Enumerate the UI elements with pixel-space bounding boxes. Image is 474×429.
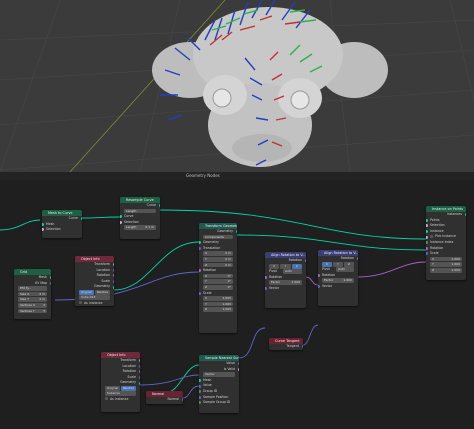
viewport-footer: Geometry Nodes [0, 172, 474, 180]
scale-x[interactable]: X 1.000 [430, 256, 462, 262]
node-normal[interactable]: Normal Normal [146, 391, 183, 404]
socket-scale-out[interactable] [138, 376, 140, 380]
node-mesh-to-curve[interactable]: Mesh to Curve Curve Mesh Selection [42, 210, 82, 238]
socket-mesh-in[interactable] [199, 379, 201, 383]
translation-x[interactable]: X0 m [203, 251, 233, 256]
socket-scale-in[interactable] [199, 291, 201, 295]
scale-x[interactable]: X 1.000 [203, 296, 233, 301]
node-align-rotation-2[interactable]: Align Rotation to V... Rotation XYZ Pivo… [318, 250, 358, 306]
as-instance-checkbox[interactable] [79, 301, 82, 305]
socket-selection-in[interactable] [120, 221, 122, 225]
as-instance-checkbox[interactable] [105, 397, 108, 401]
node-align-rotation-1[interactable]: Align Rotation to V... Rotation XYZ Pivo… [265, 252, 306, 308]
pick-instance-checkbox[interactable] [430, 234, 433, 238]
socket-mesh-out[interactable] [49, 276, 51, 280]
socket-rotation-in[interactable] [426, 246, 428, 250]
socket-transform-out[interactable] [138, 359, 140, 363]
vertices-y-field[interactable]: Vertices Y3 [18, 308, 47, 314]
size-y-field[interactable]: Size Y2 m [18, 297, 47, 302]
factor-field[interactable]: Factor 1.000 [322, 278, 354, 283]
node-grid[interactable]: Grid Mesh UV Map Pfd Ty... Size X2 m Siz… [14, 269, 51, 319]
vertices-x-field[interactable]: Vertices X3 [18, 302, 47, 308]
socket-tangent-out[interactable] [301, 345, 303, 349]
translation-z[interactable]: Z0 m [203, 262, 233, 268]
socket-curve-in[interactable] [120, 215, 122, 219]
socket-normal-out[interactable] [181, 398, 183, 402]
socket-mesh-in[interactable] [42, 222, 44, 226]
rotation-z[interactable]: Z 0° [203, 284, 233, 290]
socket-rotation-out[interactable] [304, 259, 306, 263]
socket-rotation-in[interactable] [318, 273, 320, 277]
scale-y[interactable]: Y 1.000 [430, 262, 462, 267]
socket-location-out[interactable] [112, 268, 114, 272]
socket-geometry-out[interactable] [235, 230, 237, 234]
socket-sample-group-id-in[interactable] [199, 401, 201, 405]
socket-rotation-in[interactable] [265, 275, 267, 279]
socket-curve-out[interactable] [158, 204, 160, 208]
socket-rotation-in[interactable] [199, 269, 201, 273]
socket-vector-in[interactable] [265, 287, 267, 291]
socket-location-out[interactable] [138, 364, 140, 368]
3d-viewport[interactable] [0, 0, 474, 172]
socket-instance-index-in[interactable] [426, 241, 428, 245]
socket-geometry-out[interactable] [138, 381, 140, 385]
scale-y[interactable]: Y 1.000 [203, 301, 233, 307]
factor-field[interactable]: Factor 1.000 [269, 280, 302, 285]
rotation-y[interactable]: Y 0° [203, 279, 233, 284]
node-transform-geometry[interactable]: Transform Geometry Geometry Components G… [199, 223, 237, 333]
scale-z[interactable]: Z 1.000 [430, 267, 462, 273]
node-object-info-suzanne[interactable]: Object Info Transform Location Rotation … [101, 352, 140, 412]
socket-value-out[interactable] [237, 362, 239, 366]
object-field[interactable]: Cube.013 [79, 295, 110, 300]
length-field[interactable]: Length 0.1 m [124, 225, 156, 230]
mode-dropdown[interactable]: Length [124, 208, 156, 214]
mode-dropdown[interactable]: Components [203, 234, 233, 240]
data-type-dropdown[interactable]: Vector [203, 372, 235, 377]
socket-selection-in[interactable] [42, 228, 44, 232]
socket-rotation-out[interactable] [356, 257, 358, 261]
node-object-info-cube[interactable]: Object Info Transform Location Rotation … [75, 256, 114, 306]
socket-transform-out[interactable] [112, 263, 114, 267]
object-field[interactable]: Suzanne [105, 391, 136, 396]
socket-uvmap-out[interactable] [49, 281, 51, 285]
size-x-field[interactable]: Size X2 m [18, 291, 47, 297]
socket-is-valid-out[interactable] [237, 367, 239, 371]
viewport-canvas [0, 0, 474, 172]
socket-rotation-out[interactable] [112, 274, 114, 278]
socket-curve-out[interactable] [80, 217, 82, 221]
node-resample-curve[interactable]: Resample Curve Curve Length Curve Select… [120, 197, 160, 239]
socket-vector-in[interactable] [318, 285, 320, 289]
socket-translation-in[interactable] [199, 247, 201, 251]
socket-group-id-in[interactable] [199, 390, 201, 394]
scale-z[interactable]: Z 1.000 [203, 307, 233, 312]
socket-geometry-in[interactable] [199, 241, 201, 245]
socket-pick-instance-in[interactable] [426, 235, 428, 239]
rotation-x[interactable]: X 0° [203, 273, 233, 279]
socket-points-in[interactable] [426, 218, 428, 222]
node-instance-on-points[interactable]: Instance on Points Instances Points Sele… [426, 206, 466, 280]
pivot-dropdown[interactable]: Auto [283, 268, 302, 274]
pivot-dropdown[interactable]: Auto [336, 266, 354, 272]
socket-scale-out[interactable] [112, 280, 114, 284]
node-editor[interactable]: Mesh to Curve Curve Mesh Selection Resam… [0, 180, 474, 429]
socket-rotation-out[interactable] [138, 370, 140, 374]
socket-instances-out[interactable] [464, 213, 466, 217]
socket-sample-position-in[interactable] [199, 395, 201, 399]
node-sample-nearest-surface[interactable]: Sample Nearest Surf... Value Is Valid Ve… [199, 355, 239, 413]
translation-y[interactable]: Y0 m [203, 256, 233, 262]
node-curve-tangent[interactable]: Curve Tangent Tangent [269, 338, 303, 350]
socket-scale-in[interactable] [426, 252, 428, 256]
socket-value-in[interactable] [199, 384, 201, 388]
type-dropdown[interactable]: Pfd Ty... [18, 286, 47, 291]
geometry-nodes-label: Geometry Nodes [186, 173, 220, 178]
socket-selection-in[interactable] [426, 224, 428, 228]
suzanne-mesh [152, 7, 388, 167]
socket-instance-in[interactable] [426, 230, 428, 234]
socket-geometry-out[interactable] [112, 285, 114, 289]
